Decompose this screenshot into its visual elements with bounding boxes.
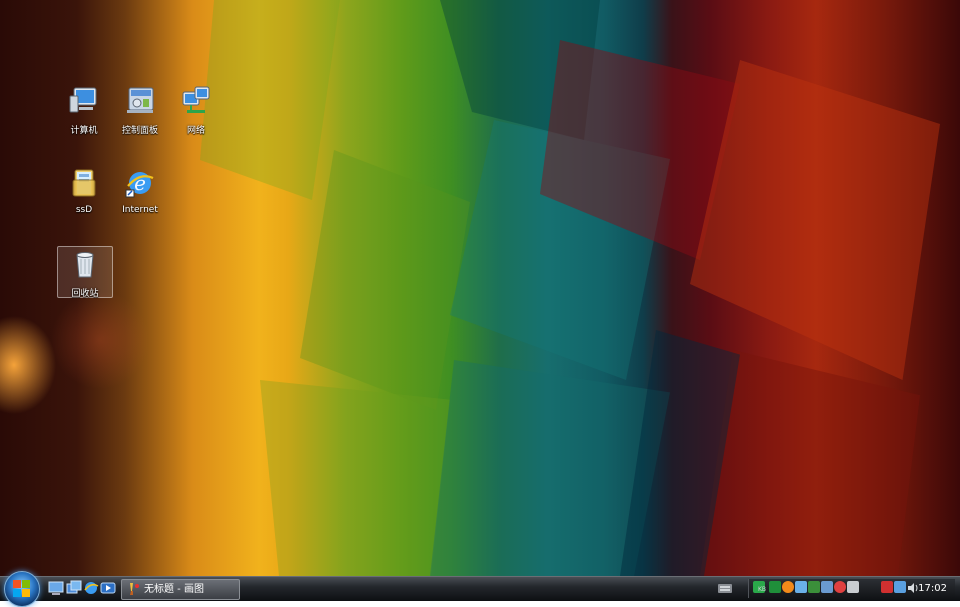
network-connection-icon[interactable] [894, 581, 906, 593]
display-tray-icon[interactable] [795, 581, 807, 593]
desktop-icon-label: 回收站 [71, 289, 99, 299]
desktop-icon-label: Internet [122, 205, 158, 215]
desktop-icon-control-panel[interactable]: 控制面板 [113, 84, 167, 136]
notification-area: KB 17:02 [748, 579, 955, 598]
media-player-icon[interactable] [100, 580, 116, 596]
recycle-bin-icon [76, 252, 94, 278]
tray-kb-label: KB [758, 586, 767, 593]
wallpaper-facet [300, 150, 470, 410]
svg-text:e: e [134, 171, 146, 195]
language-bar-icon[interactable] [718, 582, 732, 594]
taskbar-window-title: 无标题 - 画图 [144, 584, 204, 595]
taskbar: 无标题 - 画图 KB 17:02 [0, 571, 960, 607]
switch-windows-icon[interactable] [66, 580, 82, 596]
update-tray-icon[interactable] [782, 581, 794, 593]
security-tray-icon[interactable] [808, 581, 820, 593]
internet-explorer-icon: e [125, 171, 154, 198]
internet-explorer-quicklaunch-icon[interactable] [83, 580, 99, 596]
desktop-icon-internet[interactable]: e Internet [113, 166, 167, 215]
taskbar-window-button[interactable]: 无标题 - 画图 [121, 579, 240, 600]
folder-icon [72, 169, 96, 197]
desktop-icon-ssd-folder[interactable]: ssD [57, 166, 111, 215]
desktop-icon-network[interactable]: 网络 [169, 84, 223, 136]
alert-tray-icon[interactable] [834, 581, 846, 593]
desktop-icon-label: 网络 [186, 126, 205, 136]
desktop-wallpaper: 计算机 控制面板 网络 ssD e Internet 回收站 [0, 0, 960, 576]
desktop-icon-computer[interactable]: 计算机 [57, 84, 111, 136]
start-button[interactable] [4, 571, 40, 607]
computer-icon [69, 87, 97, 113]
network-icon [182, 86, 210, 113]
paint-icon [130, 583, 139, 595]
desktop-icon-label: 计算机 [70, 126, 98, 136]
desktop-icon-label: ssD [75, 205, 93, 215]
clock[interactable]: 17:02 [918, 580, 947, 597]
show-desktop-icon[interactable] [48, 580, 64, 596]
wallpaper-facet [260, 380, 450, 576]
windows-logo-icon [13, 580, 30, 597]
control-panel-icon [127, 87, 154, 113]
desktop-icon-recycle-bin[interactable]: 回收站 [57, 246, 113, 299]
desktop-icon-label: 控制面板 [121, 126, 158, 136]
speed-tray-icon[interactable] [769, 581, 781, 593]
antivirus-tray-icon[interactable] [881, 581, 893, 593]
usb-tray-icon[interactable] [847, 581, 859, 593]
device-tray-icon[interactable] [821, 581, 833, 593]
